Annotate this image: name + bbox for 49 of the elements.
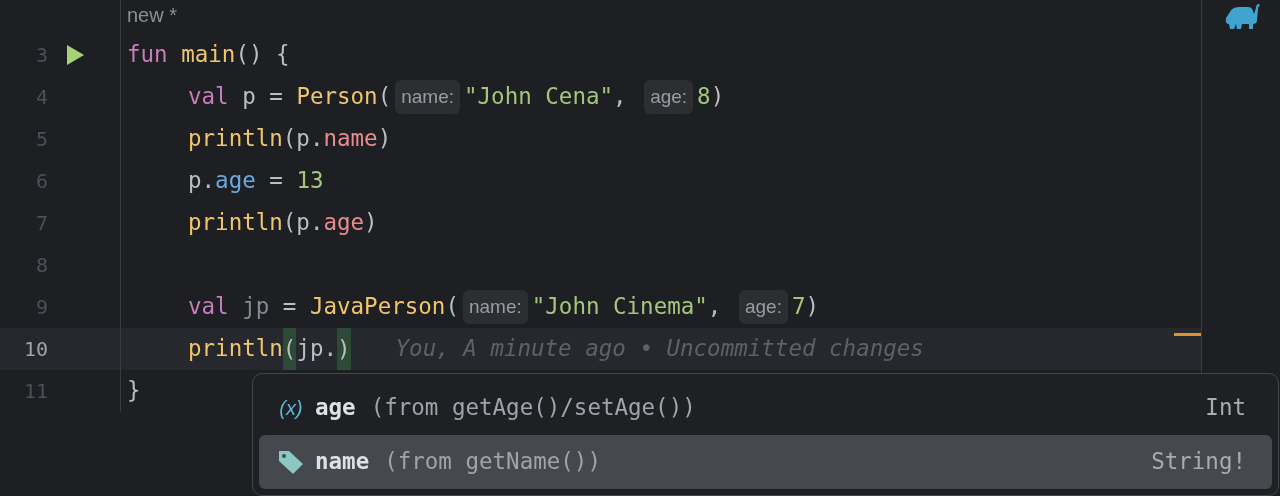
code-token: fun — [127, 40, 169, 70]
code-token: JavaPerson — [309, 292, 446, 322]
parameter-hint: name: — [395, 79, 460, 115]
variable-icon: (x) — [275, 393, 307, 423]
blame-annotation: You, A minute ago • Uncommitted changes — [395, 334, 924, 364]
code-token: println — [188, 208, 283, 238]
code-token: (p. — [282, 124, 324, 154]
code-token: ( — [377, 82, 392, 112]
code-token: val — [188, 292, 230, 322]
code-token: "John Cinema" — [531, 292, 708, 322]
run-icon[interactable] — [65, 44, 85, 66]
code-token: 8 — [697, 82, 711, 112]
code-token: ) — [805, 292, 820, 322]
code-token: ( — [445, 292, 459, 322]
completion-item[interactable]: name (from getName()) String! — [259, 435, 1272, 489]
code-token: , — [613, 82, 628, 112]
parameter-hint: age: — [644, 79, 694, 115]
code-token: "John Cena" — [464, 82, 614, 112]
code-token: (p. — [282, 208, 324, 238]
code-token: name — [323, 124, 378, 154]
matched-bracket: ) — [337, 328, 351, 370]
code-token: println — [188, 334, 283, 364]
parameter-hint: name: — [462, 289, 528, 325]
code-token: = — [281, 292, 298, 322]
file-status-label: new * — [126, 3, 178, 28]
code-token: 13 — [296, 166, 324, 196]
matched-bracket: ( — [282, 328, 297, 370]
code-token: val — [188, 82, 229, 112]
code-token: main — [181, 40, 236, 70]
code-token: 7 — [791, 292, 806, 322]
code-token: p = — [241, 82, 284, 112]
code-token: () { — [235, 40, 290, 70]
code-token: , — [707, 292, 723, 322]
code-token: age — [215, 166, 256, 196]
code-token: p. — [188, 166, 216, 196]
code-token: ) — [710, 82, 725, 112]
code-token: = — [268, 166, 284, 196]
change-marker — [1174, 333, 1201, 336]
completion-item[interactable]: (x) age (from getAge()/setAge()) Int — [259, 381, 1272, 435]
code-token: age — [323, 208, 365, 238]
code-token: } — [127, 376, 141, 406]
code-token: Person — [296, 82, 378, 112]
code-token: println — [188, 124, 283, 154]
code-token: ) — [377, 124, 392, 154]
parameter-hint: age: — [738, 289, 788, 325]
code-token: jp — [242, 292, 270, 322]
code-token: ) — [364, 208, 378, 238]
code-token: jp. — [296, 334, 337, 364]
line-number: 10 — [22, 336, 48, 363]
